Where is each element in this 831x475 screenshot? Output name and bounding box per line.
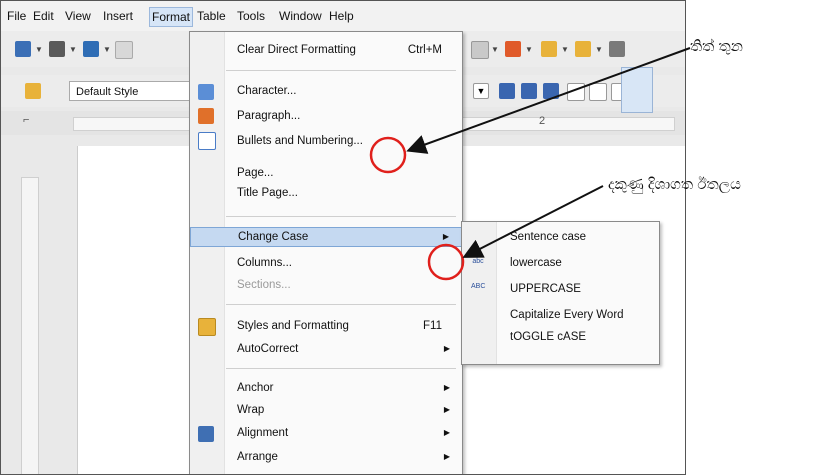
dots-highlight-circle xyxy=(369,136,407,174)
dots-pointer-arrow xyxy=(406,47,691,154)
annotation-dots: තිත් තුන xyxy=(690,38,743,55)
callout-overlay xyxy=(369,47,691,281)
right-arrow-pointer-arrow xyxy=(462,185,604,258)
arrow-highlight-circle xyxy=(427,243,465,281)
annotation-right-arrow: දකුණු දිශාගත ඊතලය xyxy=(608,176,741,193)
